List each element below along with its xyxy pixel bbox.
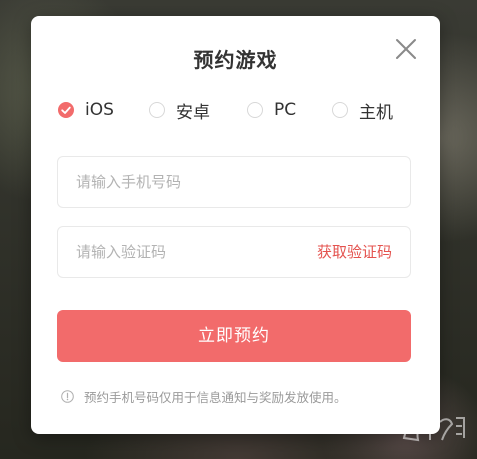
reservation-dialog: 预约游戏 iOS 安卓 PC 主机 请输入手机号码 请输入验证码 获取验证码 立…: [31, 16, 440, 434]
radio-checked-icon: [58, 102, 74, 118]
notice-text: 预约手机号码仅用于信息通知与奖励发放使用。: [84, 389, 347, 405]
phone-field: [57, 156, 411, 208]
verification-code-field: 获取验证码: [57, 226, 411, 278]
platform-option-pc[interactable]: PC: [247, 98, 296, 122]
platform-label: PC: [274, 100, 297, 120]
platform-label: iOS: [85, 100, 114, 120]
radio-unchecked-icon: [247, 102, 263, 118]
platform-label: 安卓: [176, 102, 210, 123]
close-icon: [396, 39, 416, 59]
privacy-notice: 预约手机号码仅用于信息通知与奖励发放使用。: [61, 386, 347, 406]
verification-code-input[interactable]: [76, 227, 296, 277]
close-button[interactable]: [393, 36, 419, 62]
site-logo-watermark: [402, 415, 465, 442]
platform-option-console[interactable]: 主机: [332, 98, 393, 123]
platform-option-android[interactable]: 安卓: [149, 98, 210, 123]
reserve-now-button[interactable]: 立即预约: [57, 310, 411, 362]
get-code-button[interactable]: 获取验证码: [317, 227, 392, 277]
info-icon: [61, 389, 74, 403]
platform-radio-group: iOS 安卓 PC 主机: [58, 98, 418, 123]
dialog-title: 预约游戏: [193, 48, 278, 72]
radio-unchecked-icon: [332, 102, 348, 118]
phone-input[interactable]: [76, 157, 296, 207]
platform-label: 主机: [359, 102, 393, 123]
platform-option-ios[interactable]: iOS: [58, 98, 114, 122]
radio-unchecked-icon: [149, 102, 165, 118]
